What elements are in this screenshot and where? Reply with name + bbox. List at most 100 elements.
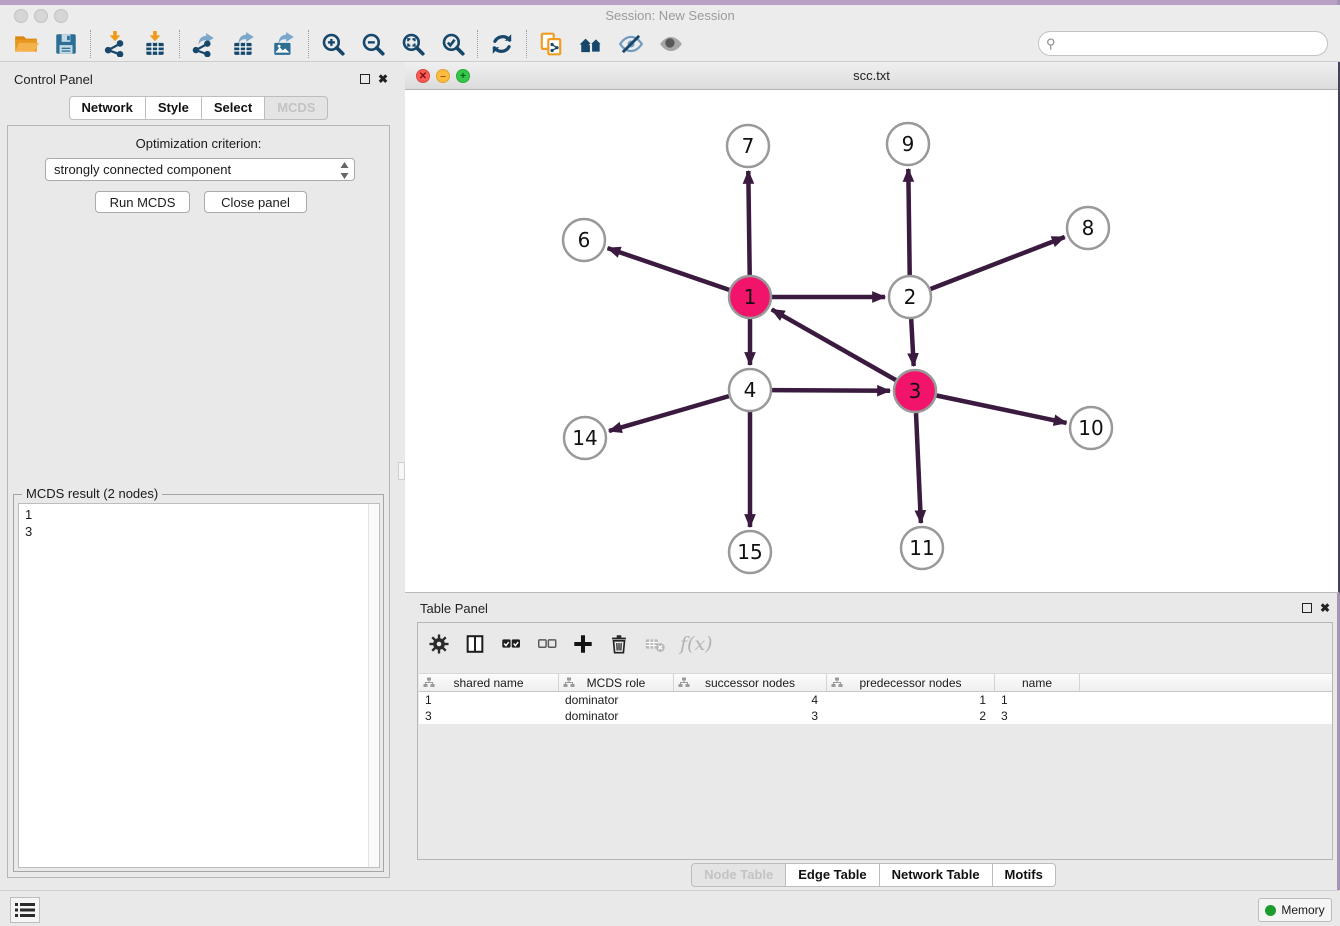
node-table: shared nameMCDS rolesuccessor nodesprede… <box>419 673 1332 724</box>
table-close-panel-icon[interactable]: ✖ <box>1320 602 1330 614</box>
zoom-in-button[interactable] <box>313 29 353 59</box>
save-session-icon <box>53 31 79 57</box>
table-row[interactable]: 1dominator411 <box>419 692 1332 708</box>
table-cell[interactable]: 3 <box>419 708 559 724</box>
tab-node-table[interactable]: Node Table <box>691 863 786 887</box>
clone-network-button[interactable] <box>531 29 571 59</box>
graph-node-2[interactable]: 2 <box>889 276 931 318</box>
memory-status-icon <box>1265 905 1276 916</box>
graph-node-6[interactable]: 6 <box>563 219 605 261</box>
zoom-out-button[interactable] <box>353 29 393 59</box>
save-session-button[interactable] <box>46 29 86 59</box>
run-mcds-button[interactable]: Run MCDS <box>95 191 190 213</box>
table-toolbar: f(x) <box>424 629 713 659</box>
task-history-button[interactable] <box>10 897 40 923</box>
open-session-icon <box>13 31 39 57</box>
network-window-titlebar[interactable]: ✕ – + scc.txt <box>405 62 1338 90</box>
graph-edge-2-8[interactable] <box>931 237 1065 289</box>
tab-network[interactable]: Network <box>69 96 146 120</box>
tab-network-table[interactable]: Network Table <box>880 863 993 887</box>
graph-node-14[interactable]: 14 <box>564 417 606 459</box>
mcds-result-scrollbar[interactable] <box>368 504 379 867</box>
columns-button[interactable] <box>460 629 490 659</box>
graph-edge-2-3[interactable] <box>911 319 914 366</box>
tab-motifs[interactable]: Motifs <box>993 863 1056 887</box>
memory-button[interactable]: Memory <box>1258 898 1332 922</box>
delete-row-button[interactable] <box>604 629 634 659</box>
close-panel-button[interactable]: Close panel <box>204 191 307 213</box>
mcds-result-textarea[interactable]: 1 3 <box>18 503 380 868</box>
table-cell[interactable]: 3 <box>995 708 1080 724</box>
column-header-predecessor-nodes[interactable]: predecessor nodes <box>827 674 995 691</box>
graph-node-9[interactable]: 9 <box>887 123 929 165</box>
graph-node-11[interactable]: 11 <box>901 527 943 569</box>
graph-node-label: 1 <box>744 285 757 309</box>
refresh-button[interactable] <box>482 29 522 59</box>
export-table-button[interactable] <box>224 29 264 59</box>
table-float-panel-icon[interactable] <box>1302 603 1312 613</box>
first-neighbors-button[interactable] <box>571 29 611 59</box>
add-row-button[interactable] <box>568 629 598 659</box>
graph-node-3[interactable]: 3 <box>894 370 936 412</box>
import-network-button[interactable] <box>95 29 135 59</box>
graph-node-7[interactable]: 7 <box>727 125 769 167</box>
network-graph-canvas[interactable]: 1 2 3 4 6 7 8 9 10 11 14 15 <box>405 90 1338 592</box>
graph-node-1[interactable]: 1 <box>729 276 771 318</box>
import-table-button[interactable] <box>135 29 175 59</box>
table-row[interactable]: 3dominator323 <box>419 708 1332 724</box>
graph-node-4[interactable]: 4 <box>729 369 771 411</box>
column-header-mcds-role[interactable]: MCDS role <box>559 674 674 691</box>
graph-node-10[interactable]: 10 <box>1070 407 1112 449</box>
table-cell[interactable]: 1 <box>419 692 559 708</box>
table-cell[interactable]: 3 <box>674 708 827 724</box>
show-all-button[interactable] <box>651 29 691 59</box>
open-session-button[interactable] <box>6 29 46 59</box>
toolbar-separator <box>477 30 478 58</box>
table-cell[interactable]: 4 <box>674 692 827 708</box>
export-network-icon <box>191 31 217 57</box>
select-all-button[interactable] <box>496 629 526 659</box>
hide-selected-button[interactable] <box>611 29 651 59</box>
graph-edge-2-9[interactable] <box>908 169 909 275</box>
sort-hierarchy-icon <box>678 677 690 688</box>
table-cell[interactable]: 1 <box>827 692 995 708</box>
search-input[interactable] <box>1038 31 1328 56</box>
graph-edge-4-14[interactable] <box>609 396 729 431</box>
table-cell[interactable]: dominator <box>559 708 674 724</box>
graph-edge-3-11[interactable] <box>916 413 921 523</box>
graph-node-15[interactable]: 15 <box>729 531 771 573</box>
export-network-button[interactable] <box>184 29 224 59</box>
graph-node-8[interactable]: 8 <box>1067 207 1109 249</box>
graph-edge-3-1[interactable] <box>772 309 896 380</box>
optimization-criterion-select[interactable]: strongly connected component <box>45 158 355 181</box>
graph-edge-4-3[interactable] <box>772 390 890 391</box>
status-bar: Memory <box>0 890 1340 926</box>
graph-edge-1-6[interactable] <box>608 248 730 290</box>
table-tabs: Node TableEdge TableNetwork TableMotifs <box>691 863 1056 887</box>
splitter-handle-icon[interactable] <box>398 462 405 480</box>
table-cell[interactable]: dominator <box>559 692 674 708</box>
tab-mcds[interactable]: MCDS <box>265 96 328 120</box>
tab-style[interactable]: Style <box>146 96 202 120</box>
graph-edge-1-7[interactable] <box>748 171 749 275</box>
deselect-all-button[interactable] <box>532 629 562 659</box>
tab-edge-table[interactable]: Edge Table <box>786 863 879 887</box>
column-header-name[interactable]: name <box>995 674 1080 691</box>
export-image-button[interactable] <box>264 29 304 59</box>
import-table-icon <box>142 31 168 57</box>
zoom-fit-button[interactable] <box>393 29 433 59</box>
table-cell[interactable]: 1 <box>995 692 1080 708</box>
table-body: 1dominator4113dominator323 <box>419 692 1332 724</box>
select-all-icon <box>500 633 522 655</box>
sort-hierarchy-icon <box>831 677 843 688</box>
graph-edge-3-10[interactable] <box>937 396 1067 423</box>
zoom-selected-button[interactable] <box>433 29 473 59</box>
tab-select[interactable]: Select <box>202 96 265 120</box>
close-panel-icon[interactable]: ✖ <box>378 73 388 85</box>
float-panel-icon[interactable] <box>360 74 370 84</box>
settings-button[interactable] <box>424 629 454 659</box>
table-cell[interactable]: 2 <box>827 708 995 724</box>
column-header-shared-name[interactable]: shared name <box>419 674 559 691</box>
column-header-successor-nodes[interactable]: successor nodes <box>674 674 827 691</box>
clone-network-icon <box>538 31 564 57</box>
